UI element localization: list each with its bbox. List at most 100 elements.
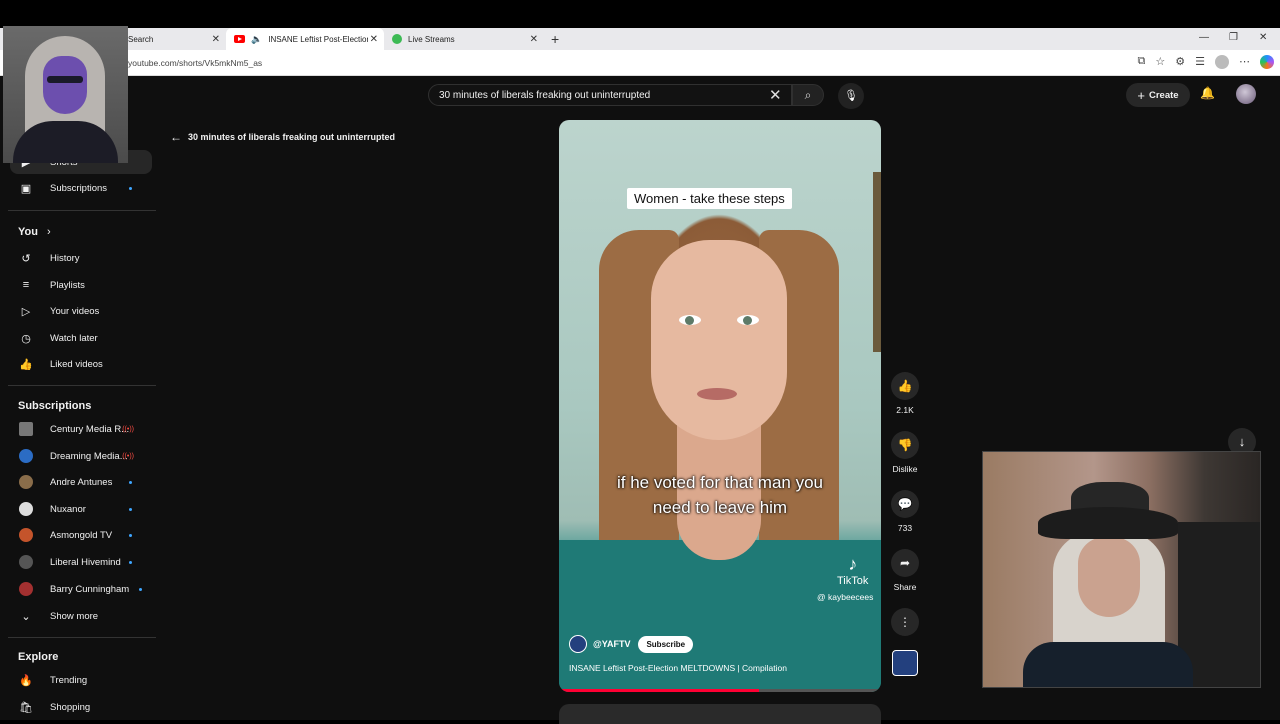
search-box[interactable]: 30 minutes of liberals freaking out unin… xyxy=(428,84,792,106)
divider xyxy=(8,637,156,638)
like-button[interactable]: 👍 2.1K xyxy=(890,372,920,415)
you-heading[interactable]: You › xyxy=(18,226,51,238)
tiktok-label: TikTok xyxy=(837,575,869,587)
new-content-dot xyxy=(129,480,132,484)
close-icon[interactable]: ✕ xyxy=(530,34,538,45)
sidebar-item-subscriptions[interactable]: ▣ Subscriptions xyxy=(10,176,150,200)
sidebar-item-your-videos[interactable]: ▷ Your videos xyxy=(10,299,150,323)
url-field[interactable]: youtube.com/shorts/Vk5mkNm5_as xyxy=(128,58,262,68)
webcam-frame-part xyxy=(1023,642,1193,687)
channel-avatar xyxy=(19,502,33,516)
channel-avatar xyxy=(19,449,33,463)
close-icon[interactable]: ✕ xyxy=(370,34,378,45)
new-tab-icon[interactable]: + xyxy=(551,31,559,47)
sidebar-item-trending[interactable]: 🔥 Trending xyxy=(10,668,150,692)
share-icon: ➦ xyxy=(891,549,919,577)
subscription-item[interactable]: Asmongold TV xyxy=(10,523,150,547)
video-frame-part xyxy=(679,315,701,325)
show-more-button[interactable]: ⌄ Show more xyxy=(10,604,150,628)
shopping-icon: 🛍 xyxy=(19,701,33,714)
channel-avatar xyxy=(19,422,33,436)
video-progress-bar[interactable] xyxy=(559,689,881,692)
dislike-label: Dislike xyxy=(892,464,918,474)
profile-icon[interactable] xyxy=(1215,55,1229,69)
liked-videos-icon: 👍 xyxy=(19,358,33,371)
browser-tab-bar: Search ✕ 🔈 INSANE Leftist Post-Election … xyxy=(0,28,1280,50)
channel-avatar xyxy=(19,555,33,569)
search-button[interactable]: ⌕ xyxy=(792,84,824,106)
sidebar-item-watch-later[interactable]: ◷ Watch later xyxy=(10,326,150,350)
minimize-icon[interactable]: — xyxy=(1199,32,1209,43)
subscription-item[interactable]: Dreaming Media... ((•)) xyxy=(10,444,150,468)
microphone-icon: 🎙 xyxy=(844,90,858,102)
channel-name[interactable]: @YAFTV xyxy=(593,639,630,649)
sidebar-item-label: Trending xyxy=(50,674,88,686)
create-button[interactable]: + Create xyxy=(1126,83,1190,107)
show-more-label: Show more xyxy=(50,610,99,622)
clear-search-icon[interactable]: ✕ xyxy=(769,86,782,104)
sidebar-item-label: Shopping xyxy=(50,701,91,713)
favorites-icon[interactable]: ☰ xyxy=(1195,55,1205,69)
channel-avatar[interactable] xyxy=(569,635,587,653)
sound-thumbnail[interactable] xyxy=(892,650,918,676)
speaker-icon[interactable]: 🔈 xyxy=(251,34,262,45)
subscription-label: Nuxanor xyxy=(50,503,86,515)
search-input[interactable]: 30 minutes of liberals freaking out unin… xyxy=(439,90,650,101)
video-frame-part xyxy=(737,315,759,325)
subscribe-button[interactable]: Subscribe xyxy=(638,635,694,653)
video-caption-subtitle: if he voted for that man you need to lea… xyxy=(559,470,881,520)
tab-search[interactable]: Search ✕ xyxy=(120,28,226,50)
back-to-results[interactable]: ← 30 minutes of liberals freaking out un… xyxy=(170,130,395,144)
notifications-icon[interactable]: 🔔 xyxy=(1200,86,1215,100)
copilot-icon[interactable] xyxy=(1260,55,1274,69)
sidebar-item-history[interactable]: ↺ History xyxy=(10,246,150,270)
thumbs-down-icon: 👎 xyxy=(891,431,919,459)
restore-icon[interactable]: ❐ xyxy=(1229,32,1238,43)
open-in-app-icon[interactable]: ⧉ xyxy=(1138,55,1146,69)
new-content-dot xyxy=(129,186,132,190)
channel-avatar xyxy=(19,475,33,489)
shorts-video-player[interactable]: Women - take these steps if he voted for… xyxy=(559,120,881,692)
comments-button[interactable]: 💬 733 xyxy=(890,490,920,533)
subtitle-line: if he voted for that man you xyxy=(616,473,823,492)
live-indicator-icon: ((•)) xyxy=(122,425,134,433)
more-icon[interactable]: ⋯ xyxy=(1239,55,1250,69)
subscription-label: Barry Cunningham xyxy=(50,583,130,595)
more-actions-button[interactable]: ⋮ xyxy=(890,608,920,641)
subscription-label: Andre Antunes xyxy=(50,476,113,488)
next-short-preview[interactable] xyxy=(559,704,881,724)
sidebar-item-liked-videos[interactable]: 👍 Liked videos xyxy=(10,352,150,376)
subscription-item[interactable]: Liberal Hivemind xyxy=(10,550,150,574)
sidebar-item-playlists[interactable]: ≡ Playlists xyxy=(10,273,150,297)
close-icon[interactable]: ✕ xyxy=(212,34,220,45)
webcam-frame-part xyxy=(1038,507,1178,539)
video-title[interactable]: INSANE Leftist Post-Election MELTDOWNS |… xyxy=(569,663,787,673)
sidebar-item-shopping[interactable]: 🛍 Shopping xyxy=(10,695,150,719)
subscription-item[interactable]: Nuxanor xyxy=(10,497,150,521)
sidebar-item-label: Your videos xyxy=(50,305,100,317)
history-icon: ↺ xyxy=(21,252,31,265)
extensions-icon[interactable]: ⚙ xyxy=(1175,55,1185,69)
window-close-icon[interactable]: ✕ xyxy=(1259,32,1267,43)
share-label: Share xyxy=(893,582,917,592)
subscription-item[interactable]: Barry Cunningham xyxy=(10,577,150,601)
sidebar-item-label: Playlists xyxy=(50,279,85,291)
tiktok-watermark: ♪ TikTok xyxy=(837,554,868,587)
tab-live-streams[interactable]: Live Streams ✕ xyxy=(384,28,544,50)
avatar[interactable] xyxy=(1236,84,1256,104)
like-count: 2.1K xyxy=(896,405,914,415)
subscription-item[interactable]: Andre Antunes xyxy=(10,470,150,494)
youtube-icon xyxy=(234,35,245,43)
new-content-dot xyxy=(139,587,142,591)
webcam-frame-part xyxy=(47,76,83,83)
subscription-item[interactable]: Century Media R... ((•)) xyxy=(10,417,150,441)
playlists-icon: ≡ xyxy=(22,279,30,291)
tab-title: INSANE Leftist Post-Election xyxy=(268,34,369,44)
tab-youtube-active[interactable]: 🔈 INSANE Leftist Post-Election ✕ xyxy=(226,28,384,50)
sidebar-item-label: Liked videos xyxy=(50,358,103,370)
dislike-button[interactable]: 👎 Dislike xyxy=(890,431,920,474)
address-bar: youtube.com/shorts/Vk5mkNm5_as ⧉ ☆ ⚙ ☰ ⋯ xyxy=(0,50,1280,76)
favorite-star-icon[interactable]: ☆ xyxy=(1155,55,1165,69)
share-button[interactable]: ➦ Share xyxy=(890,549,920,592)
voice-search-button[interactable]: 🎙 xyxy=(838,83,864,109)
